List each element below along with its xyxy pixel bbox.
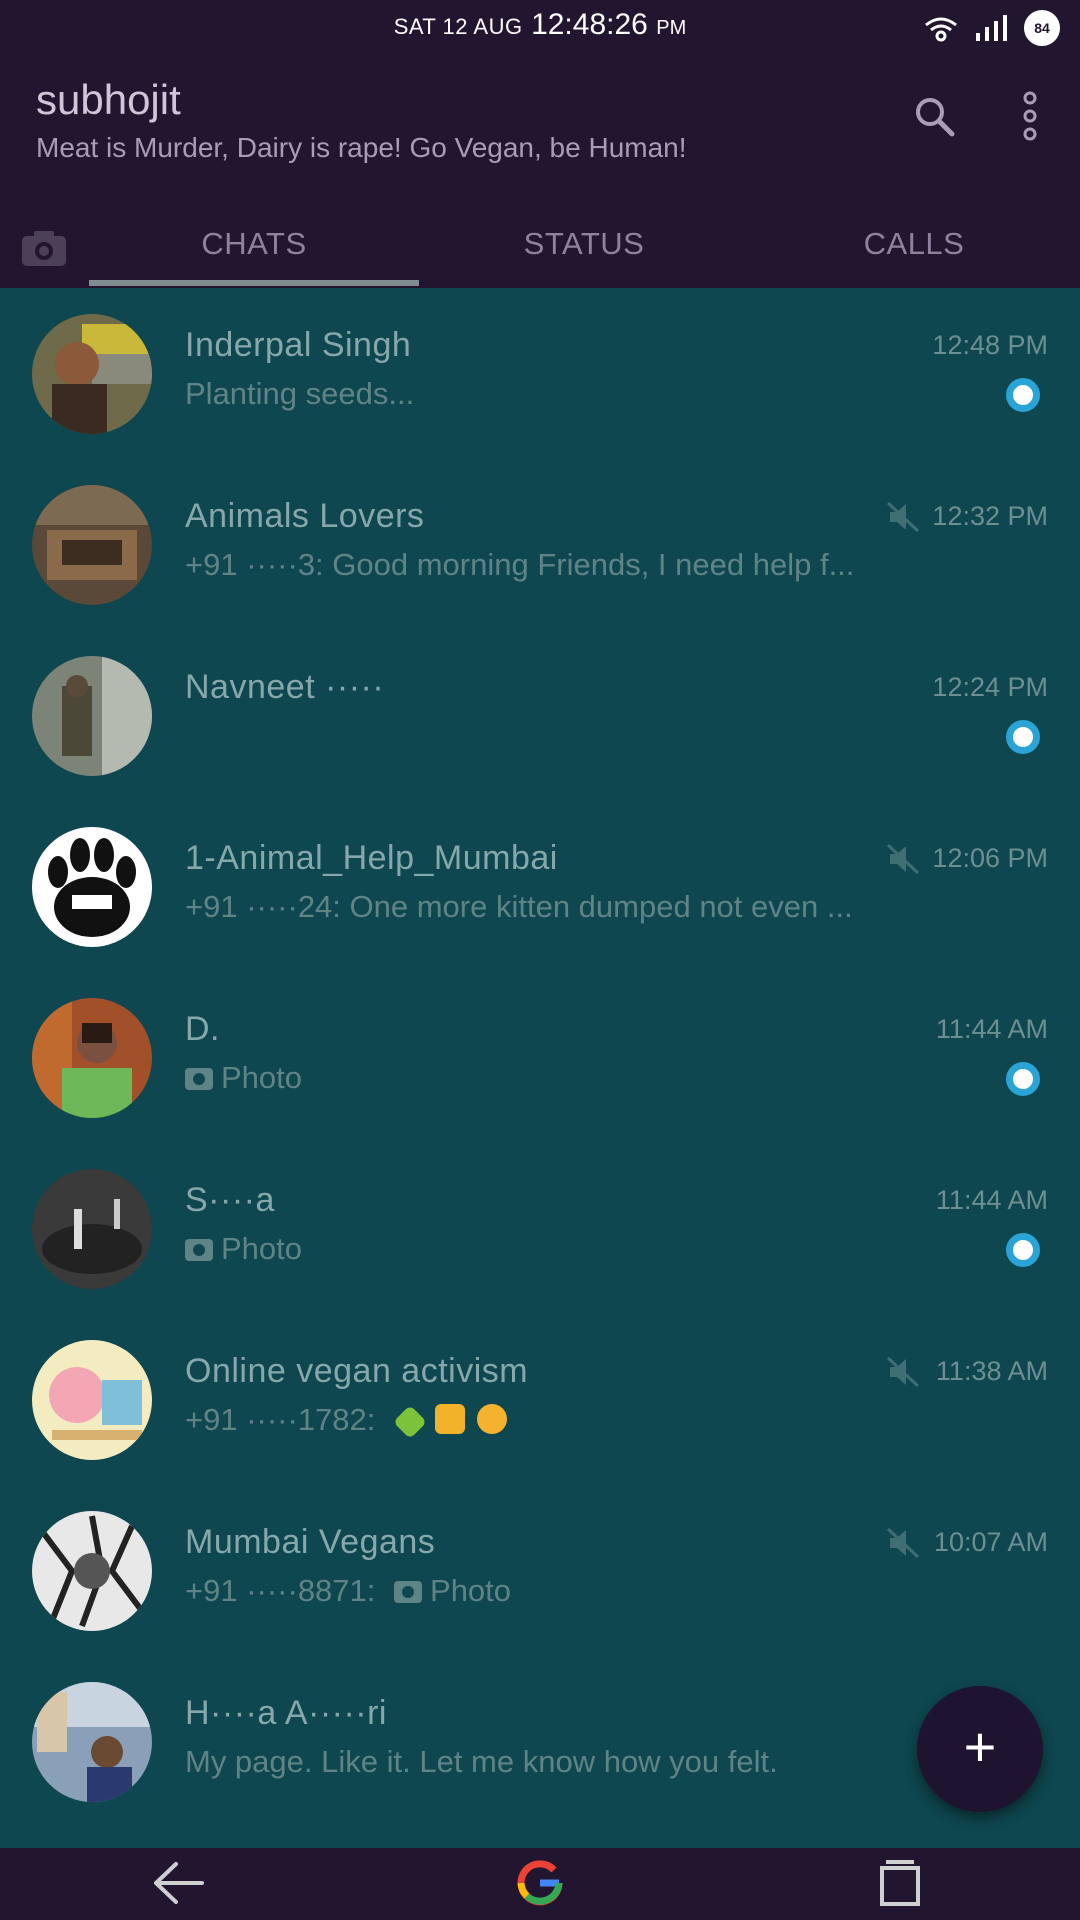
chat-time: 11:44 AM: [935, 1014, 1048, 1044]
chat-preview-text: Photo: [221, 1060, 303, 1095]
chat-row[interactable]: Online vegan activism 11:38 AM +91 ·····…: [0, 1314, 1080, 1485]
system-icons: 84: [922, 10, 1060, 46]
status-time: 12:48:26: [531, 8, 648, 41]
tab-chats[interactable]: CHATS: [89, 226, 419, 262]
chat-row[interactable]: Mumbai Vegans 10:07 AM +91 ·····8871: Ph…: [0, 1485, 1080, 1656]
chat-preview: Planting seeds...: [185, 376, 415, 411]
chat-title: Online vegan activism: [185, 1352, 529, 1390]
chat-preview-extra: Photo: [430, 1573, 512, 1608]
profile-name: subhojit: [36, 76, 181, 123]
avatar[interactable]: [32, 656, 152, 776]
chat-preview-text: +91 ·····8871:: [185, 1573, 376, 1608]
chat-time: 11:44 AM: [935, 1185, 1048, 1215]
avatar[interactable]: [32, 1340, 152, 1460]
chat-title: S····a: [185, 1181, 275, 1219]
avatar[interactable]: [32, 485, 152, 605]
chat-row[interactable]: Animals Lovers 12:32 PM +91 ·····3: Good…: [0, 459, 1080, 630]
status-update-icon: [1006, 1233, 1040, 1267]
chat-preview: +91 ·····3: Good morning Friends, I need…: [185, 547, 855, 582]
camera-icon: [185, 1239, 213, 1261]
tab-bar: CHATS STATUS CALLS: [0, 208, 1080, 288]
thumbs-up-icon: [434, 1404, 465, 1434]
mute-icon: [886, 501, 920, 533]
camera-icon: [185, 1068, 213, 1090]
chat-title: H····a A·····ri: [185, 1694, 387, 1732]
avatar[interactable]: [32, 314, 152, 434]
avatar[interactable]: [32, 1511, 152, 1631]
chat-row[interactable]: S····a 11:44 AM Photo: [0, 1143, 1080, 1314]
active-tab-indicator: [89, 280, 419, 286]
chat-title: D.: [185, 1010, 220, 1048]
chat-row[interactable]: 1-Animal_Help_Mumbai 12:06 PM +91 ·····2…: [0, 801, 1080, 972]
status-update-icon: [1006, 1062, 1040, 1096]
chat-time: 12:32 PM: [932, 501, 1048, 531]
system-nav-bar: [0, 1848, 1080, 1920]
chat-preview: +91 ·····8871: Photo: [185, 1573, 511, 1609]
chat-title: Navneet ·····: [185, 668, 385, 706]
avatar[interactable]: [32, 1169, 152, 1289]
status-clock: SAT 12 AUG 12:48:26 PM: [0, 8, 1080, 42]
signal-icon: [976, 15, 1007, 41]
battery-level: 84: [1034, 20, 1050, 36]
status-ampm: PM: [656, 17, 687, 39]
new-chat-button[interactable]: +: [917, 1686, 1043, 1812]
chat-title: Mumbai Vegans: [185, 1523, 436, 1561]
more-vert-icon[interactable]: [1010, 88, 1050, 144]
chat-preview-text: Photo: [221, 1231, 303, 1266]
status-update-icon: [1006, 378, 1040, 412]
camera-icon[interactable]: [18, 222, 70, 274]
smile-icon: [477, 1404, 508, 1434]
chat-preview: Photo: [185, 1060, 302, 1096]
search-icon[interactable]: [910, 92, 958, 140]
chat-row[interactable]: Inderpal Singh 12:48 PM Planting seeds..…: [0, 288, 1080, 459]
chat-title: Inderpal Singh: [185, 326, 412, 364]
status-date: SAT 12 AUG: [393, 14, 523, 39]
avatar[interactable]: [32, 1682, 152, 1802]
battery-icon: 84: [1024, 10, 1060, 46]
chat-row[interactable]: D. 11:44 AM Photo: [0, 972, 1080, 1143]
mute-icon: [886, 843, 920, 875]
chat-list: Inderpal Singh 12:48 PM Planting seeds..…: [0, 288, 1080, 1827]
wifi-icon: [925, 17, 957, 42]
app-header: subhojit Meat is Murder, Dairy is rape! …: [0, 58, 1080, 288]
tab-status[interactable]: STATUS: [419, 226, 749, 262]
chat-row[interactable]: Navneet ····· 12:24 PM: [0, 630, 1080, 801]
mute-icon: [886, 1527, 920, 1559]
chat-preview: +91 ·····24: One more kitten dumped not …: [185, 889, 853, 924]
chat-time: 11:38 AM: [935, 1356, 1048, 1386]
green-heart-icon: [393, 1405, 427, 1438]
chat-title: 1-Animal_Help_Mumbai: [185, 839, 558, 877]
status-update-icon: [1006, 720, 1040, 754]
chat-preview-text: +91 ·····1782:: [185, 1402, 376, 1437]
tab-calls[interactable]: CALLS: [749, 226, 1079, 262]
chat-preview: Photo: [185, 1231, 302, 1267]
back-icon[interactable]: [150, 1858, 206, 1908]
mute-icon: [886, 1356, 920, 1388]
chat-title: Animals Lovers: [185, 497, 425, 535]
camera-icon: [394, 1581, 423, 1603]
chat-preview: My page. Like it. Let me know how you fe…: [185, 1744, 778, 1779]
chat-time: 12:24 PM: [932, 672, 1048, 702]
avatar[interactable]: [32, 998, 152, 1118]
recent-apps-icon[interactable]: [878, 1858, 922, 1908]
chat-preview: +91 ·····1782:: [185, 1402, 508, 1438]
avatar[interactable]: [32, 827, 152, 947]
profile-tagline: Meat is Murder, Dairy is rape! Go Vegan,…: [36, 132, 687, 163]
chat-time: 10:07 AM: [933, 1527, 1048, 1557]
google-home-icon[interactable]: [513, 1856, 567, 1910]
status-bar: SAT 12 AUG 12:48:26 PM 84: [0, 0, 1080, 58]
chat-time: 12:48 PM: [932, 330, 1048, 360]
chat-time: 12:06 PM: [932, 843, 1048, 873]
